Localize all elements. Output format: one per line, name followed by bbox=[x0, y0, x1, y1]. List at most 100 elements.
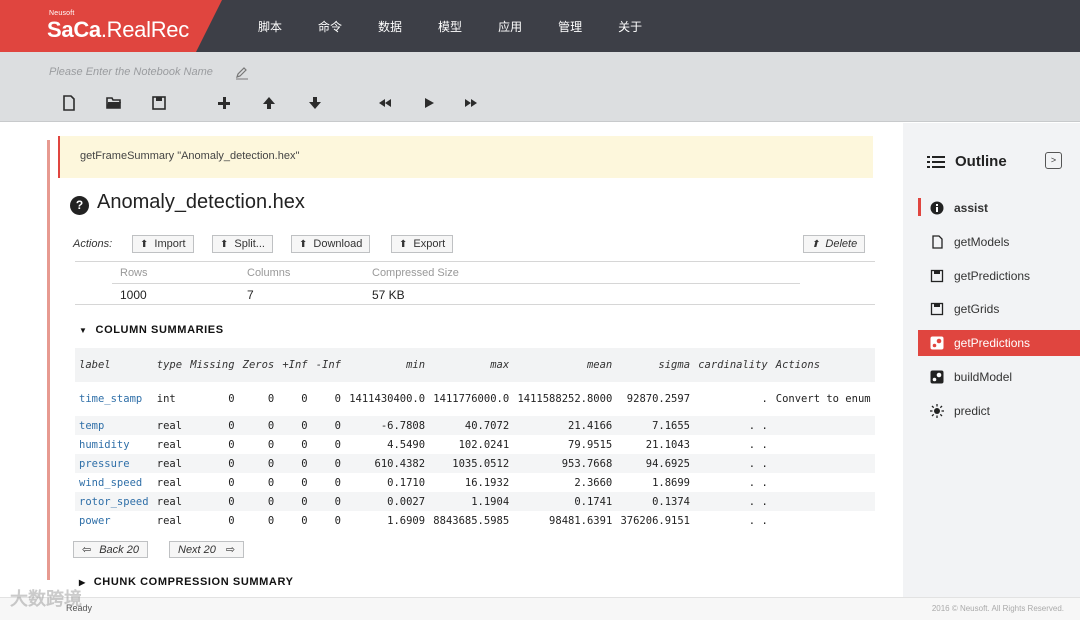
table-cell: 0 bbox=[301, 393, 308, 405]
outline-item-getgrids[interactable]: getGrids bbox=[918, 296, 1080, 322]
table-cell: 4.5490 bbox=[387, 438, 426, 451]
table-cell: 0 bbox=[334, 438, 341, 451]
table-cell bbox=[771, 416, 875, 435]
menu-item-apps[interactable]: 应用 bbox=[498, 18, 522, 35]
back-20-button[interactable]: ⇦ Back 20 bbox=[73, 541, 148, 558]
table-header-row: label type Missing Zeros +Inf -Inf min m… bbox=[75, 348, 875, 382]
new-file-icon[interactable] bbox=[60, 94, 78, 112]
table-cell: 0 bbox=[238, 454, 279, 473]
move-up-icon[interactable] bbox=[260, 94, 278, 112]
table-row: humidity real 0 0 0 0 4.5490 102.0241 79.9515 21.… bbox=[75, 435, 875, 454]
table-cell: 102.0241 bbox=[458, 438, 510, 451]
steam-icon bbox=[930, 336, 944, 350]
table-cell: 0 bbox=[334, 476, 341, 489]
menu-item-data[interactable]: 数据 bbox=[378, 18, 402, 35]
table-header: Actions bbox=[771, 348, 875, 382]
outline-item-getpredictions[interactable]: getPredictions bbox=[918, 263, 1080, 289]
table-cell: 0 bbox=[278, 492, 312, 511]
table-cell: -6.7808 bbox=[345, 416, 430, 435]
outline-item-predict[interactable]: predict bbox=[918, 398, 1080, 424]
fast-forward-icon[interactable] bbox=[462, 94, 480, 112]
column-label-link[interactable]: humidity bbox=[75, 435, 153, 454]
outline-item-buildmodel[interactable]: buildModel bbox=[918, 364, 1080, 390]
table-cell: . . bbox=[694, 454, 772, 473]
columns-value: 7 bbox=[247, 288, 254, 302]
table-cell: . . bbox=[748, 514, 768, 527]
command-cell[interactable]: getFrameSummary "Anomaly_detection.hex" bbox=[58, 136, 873, 178]
notebook-main: getFrameSummary "Anomaly_detection.hex" … bbox=[0, 123, 903, 597]
table-cell: 1411776000.0 bbox=[433, 393, 510, 405]
divider bbox=[75, 261, 875, 262]
outline-item-getmodels[interactable]: getModels bbox=[918, 229, 1080, 255]
collapse-outline-button[interactable]: > bbox=[1045, 152, 1062, 169]
convert-to-enum-link[interactable]: Convert to enum bbox=[772, 382, 875, 416]
chunk-compression-heading[interactable]: ▶ CHUNK COMPRESSION SUMMARY bbox=[79, 576, 294, 588]
split-button[interactable]: ⬆ Split... bbox=[212, 235, 273, 253]
table-header: Missing bbox=[186, 348, 239, 382]
table-cell: . . bbox=[694, 416, 772, 435]
rows-value: 1000 bbox=[120, 288, 147, 302]
column-label-link[interactable]: power bbox=[75, 511, 153, 530]
arrow-left-icon: ⇦ bbox=[82, 544, 92, 556]
table-header: mean bbox=[513, 348, 617, 382]
outline-item-getpredictions-active[interactable]: getPredictions bbox=[918, 330, 1080, 356]
menu-item-scripts[interactable]: 脚本 bbox=[258, 18, 282, 35]
column-label-link[interactable]: pressure bbox=[75, 454, 153, 473]
menu-item-models[interactable]: 模型 bbox=[438, 18, 462, 35]
column-label-link[interactable]: wind_speed bbox=[75, 473, 153, 492]
import-button[interactable]: ⬆ Import bbox=[132, 235, 194, 253]
column-label-link[interactable]: time_stamp bbox=[75, 382, 153, 416]
menu-item-about[interactable]: 关于 bbox=[618, 18, 642, 35]
help-icon[interactable]: ? bbox=[70, 196, 89, 215]
cell-selection-marker bbox=[47, 140, 50, 580]
table-cell: 1.6909 bbox=[387, 514, 426, 527]
play-icon[interactable] bbox=[420, 94, 438, 112]
move-down-icon[interactable] bbox=[306, 94, 324, 112]
menu-item-admin[interactable]: 管理 bbox=[558, 18, 582, 35]
upload-icon: ⬆ bbox=[299, 238, 308, 250]
column-label-link[interactable]: rotor_speed bbox=[75, 492, 153, 511]
column-summaries-heading[interactable]: ▼ COLUMN SUMMARIES bbox=[79, 324, 224, 336]
table-cell: 1411588252.8000 bbox=[517, 393, 613, 405]
table-header: cardinality bbox=[694, 348, 772, 382]
add-icon[interactable] bbox=[215, 94, 233, 112]
table-cell: 0 bbox=[278, 454, 312, 473]
table-row: temp real 0 0 0 0 -6.7808 40.7072 21.4166 7.1655.… bbox=[75, 416, 875, 435]
outline-panel: Outline > assist getModels getPrediction… bbox=[903, 123, 1080, 597]
rewind-icon[interactable] bbox=[376, 94, 394, 112]
actions-label: Actions: bbox=[73, 238, 113, 250]
save-icon bbox=[930, 302, 944, 316]
next-20-button[interactable]: Next 20 ⇨ bbox=[169, 541, 245, 558]
table-cell: 0.1374 bbox=[616, 492, 695, 511]
save-icon[interactable] bbox=[150, 94, 168, 112]
watermark: 大数跨境 bbox=[10, 589, 82, 609]
table-cell: 21.1043 bbox=[645, 438, 691, 451]
table-cell: 1.1904 bbox=[429, 492, 514, 511]
table-cell: 21.4166 bbox=[513, 416, 617, 435]
compressed-size-label: Compressed Size bbox=[372, 267, 459, 279]
table-cell: 0 bbox=[311, 416, 345, 435]
table-cell: 0 bbox=[267, 514, 275, 527]
table-cell: real bbox=[156, 476, 183, 489]
table-cell: 0 bbox=[301, 438, 308, 451]
table-cell: real bbox=[156, 514, 183, 527]
menu-item-commands[interactable]: 命令 bbox=[318, 18, 342, 35]
table-cell: 0 bbox=[267, 476, 275, 489]
notebook-name-input[interactable]: Please Enter the Notebook Name bbox=[49, 66, 213, 78]
delete-button[interactable]: ⬆ Delete bbox=[803, 235, 866, 253]
column-label-link[interactable]: temp bbox=[75, 416, 153, 435]
upload-icon: ⬆ bbox=[140, 238, 149, 250]
table-cell: 0 bbox=[238, 416, 279, 435]
table-row: power real 0 0 0 0 1.6909 8843685.5985 98481.639… bbox=[75, 511, 875, 530]
outline-item-assist[interactable]: assist bbox=[918, 195, 1080, 221]
table-row: wind_speed real 0 0 0 0 0.1710 16.1932 2.3660 1.8… bbox=[75, 473, 875, 492]
table-cell: 0 bbox=[267, 393, 275, 405]
brand-logo[interactable]: Neusoft SaCa.RealRec bbox=[0, 0, 222, 52]
edit-icon[interactable] bbox=[235, 66, 249, 80]
open-folder-icon[interactable] bbox=[105, 94, 123, 112]
table-cell: 8843685.5985 bbox=[433, 514, 510, 527]
top-navbar: Neusoft SaCa.RealRec 脚本 命令 数据 模型 应用 管理 关… bbox=[0, 0, 1080, 52]
download-button[interactable]: ⬆ Download bbox=[291, 235, 371, 253]
caret-down-icon: ▼ bbox=[79, 326, 88, 335]
export-button[interactable]: ⬆ Export bbox=[391, 235, 454, 253]
